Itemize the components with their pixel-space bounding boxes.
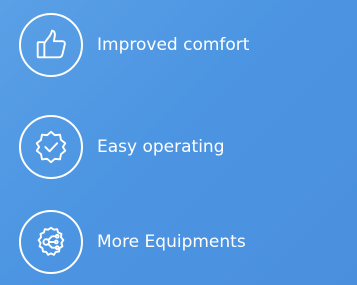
feature-label: Improved comfort [97, 34, 250, 55]
thumbs-up-icon [19, 13, 83, 77]
feature-label: More Equipments [97, 231, 246, 252]
feature-more-equipments: More Equipments [19, 210, 246, 274]
feature-easy-operating: Easy operating [19, 115, 225, 179]
feature-improved-comfort: Improved comfort [19, 13, 249, 77]
badge-check-icon [19, 115, 83, 179]
feature-label: Easy operating [97, 136, 225, 157]
circuit-network-icon [19, 210, 83, 274]
